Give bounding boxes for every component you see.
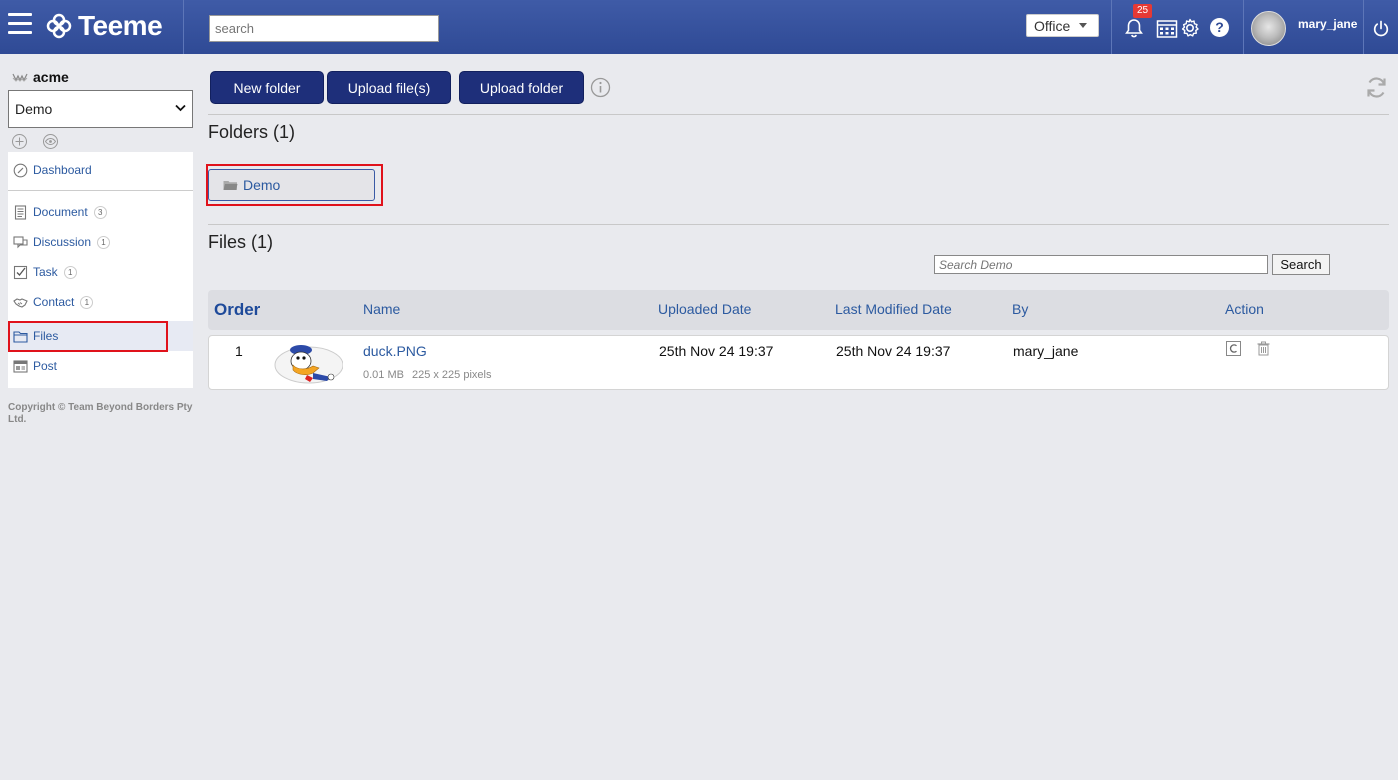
copy-icon[interactable] xyxy=(1226,341,1241,356)
compass-icon xyxy=(13,163,28,177)
calendar-icon[interactable] xyxy=(1156,18,1178,40)
new-folder-button[interactable]: New folder xyxy=(210,71,324,104)
org-icon xyxy=(12,73,28,82)
upload-files-button[interactable]: Upload file(s) xyxy=(327,71,451,104)
handshake-icon xyxy=(13,297,28,308)
column-uploaded-date[interactable]: Uploaded Date xyxy=(658,301,751,317)
divider xyxy=(208,114,1389,115)
username[interactable]: mary_jane xyxy=(1298,17,1357,31)
column-by[interactable]: By xyxy=(1012,301,1028,317)
divider xyxy=(8,190,193,191)
column-name[interactable]: Name xyxy=(363,301,400,317)
sidebar-item-task[interactable]: Task 1 xyxy=(8,257,193,287)
files-highlight xyxy=(8,321,168,352)
count-badge: 1 xyxy=(97,235,111,249)
caret-down-icon xyxy=(1079,23,1088,28)
files-title: Files (1) xyxy=(208,232,274,252)
org-header: acme xyxy=(12,69,69,85)
files-table-header: Order Name Uploaded Date Last Modified D… xyxy=(208,290,1389,330)
folder-highlight xyxy=(206,164,383,206)
last-modified-date: 25th Nov 24 19:37 xyxy=(836,343,951,359)
sidebar-item-post[interactable]: Post xyxy=(8,351,193,381)
org-name: acme xyxy=(33,69,69,85)
workspace-select[interactable]: Demo xyxy=(8,90,193,128)
file-thumbnail[interactable] xyxy=(271,341,343,385)
sidebar-item-label: Discussion xyxy=(33,235,92,249)
divider xyxy=(1243,0,1244,54)
top-bar: Teeme Office 25 ? mary_jane xyxy=(0,0,1398,54)
sidebar-nav: Dashboard Document 3 Discussion 1 Task 1… xyxy=(8,152,193,388)
upload-folder-button[interactable]: Upload folder xyxy=(459,71,584,104)
count-badge: 3 xyxy=(93,205,107,219)
workspace-actions xyxy=(11,133,59,150)
folders-title: Folders (1) xyxy=(208,122,296,142)
sidebar-item-label: Task xyxy=(33,265,58,279)
count-badge: 1 xyxy=(63,265,77,279)
file-meta: 0.01 MB 225 x 225 pixels xyxy=(363,369,491,381)
help-icon[interactable]: ? xyxy=(1210,18,1229,37)
sidebar-item-label: Post xyxy=(33,359,58,373)
gear-icon[interactable] xyxy=(1179,17,1201,39)
office-label: Office xyxy=(1034,17,1071,34)
divider xyxy=(208,224,1389,225)
sidebar-item-contact[interactable]: Contact 1 xyxy=(8,287,193,317)
teeme-logo-icon xyxy=(46,13,72,39)
bell-icon[interactable] xyxy=(1123,17,1145,39)
divider xyxy=(1111,0,1112,54)
column-action: Action xyxy=(1225,301,1264,317)
file-dimensions: 225 x 225 pixels xyxy=(411,369,492,381)
refresh-icon[interactable] xyxy=(1364,75,1389,100)
file-search-button[interactable]: Search xyxy=(1272,254,1330,275)
eye-icon[interactable] xyxy=(42,133,59,150)
copyright: Copyright © Team Beyond Borders Pty Ltd. xyxy=(8,402,193,425)
chevron-down-icon xyxy=(175,104,186,112)
sidebar-item-document[interactable]: Document 3 xyxy=(8,197,193,227)
info-icon[interactable] xyxy=(590,77,611,98)
post-icon xyxy=(13,359,28,373)
row-order: 1 xyxy=(235,343,243,359)
notification-badge: 25 xyxy=(1133,4,1153,18)
discussion-icon xyxy=(13,235,28,248)
count-badge: 1 xyxy=(80,295,94,309)
add-circle-icon[interactable] xyxy=(11,133,28,150)
trash-icon[interactable] xyxy=(1256,341,1271,356)
app-logo[interactable]: Teeme xyxy=(46,9,163,43)
file-size: 0.01 MB xyxy=(363,369,404,381)
document-icon xyxy=(14,204,27,220)
uploaded-date: 25th Nov 24 19:37 xyxy=(659,343,774,359)
column-last-modified-date[interactable]: Last Modified Date xyxy=(835,301,952,317)
menu-icon[interactable] xyxy=(8,13,32,35)
divider xyxy=(183,0,184,54)
sidebar-item-dashboard[interactable]: Dashboard xyxy=(8,155,193,185)
column-order[interactable]: Order xyxy=(214,300,260,320)
sidebar-item-label: Dashboard xyxy=(33,163,92,177)
global-search-input[interactable] xyxy=(209,15,439,42)
sidebar-item-discussion[interactable]: Discussion 1 xyxy=(8,227,193,257)
power-icon[interactable] xyxy=(1372,20,1390,38)
table-row: 1 duck.PNG 0.01 MB 225 x 225 pixels 25th … xyxy=(208,335,1389,390)
divider xyxy=(1363,0,1364,54)
office-dropdown[interactable]: Office xyxy=(1026,14,1099,37)
file-search-input[interactable] xyxy=(934,255,1268,274)
sidebar-item-label: Document xyxy=(33,205,88,219)
sidebar: acme Demo Dashboard Document 3 Discussio… xyxy=(0,54,200,780)
checkbox-icon xyxy=(13,265,28,279)
uploaded-by: mary_jane xyxy=(1013,343,1079,359)
app-name: Teeme xyxy=(78,10,163,41)
workspace-selected: Demo xyxy=(15,101,53,117)
file-name-link[interactable]: duck.PNG xyxy=(363,343,427,359)
sidebar-item-label: Contact xyxy=(33,295,75,309)
avatar[interactable] xyxy=(1251,11,1286,46)
